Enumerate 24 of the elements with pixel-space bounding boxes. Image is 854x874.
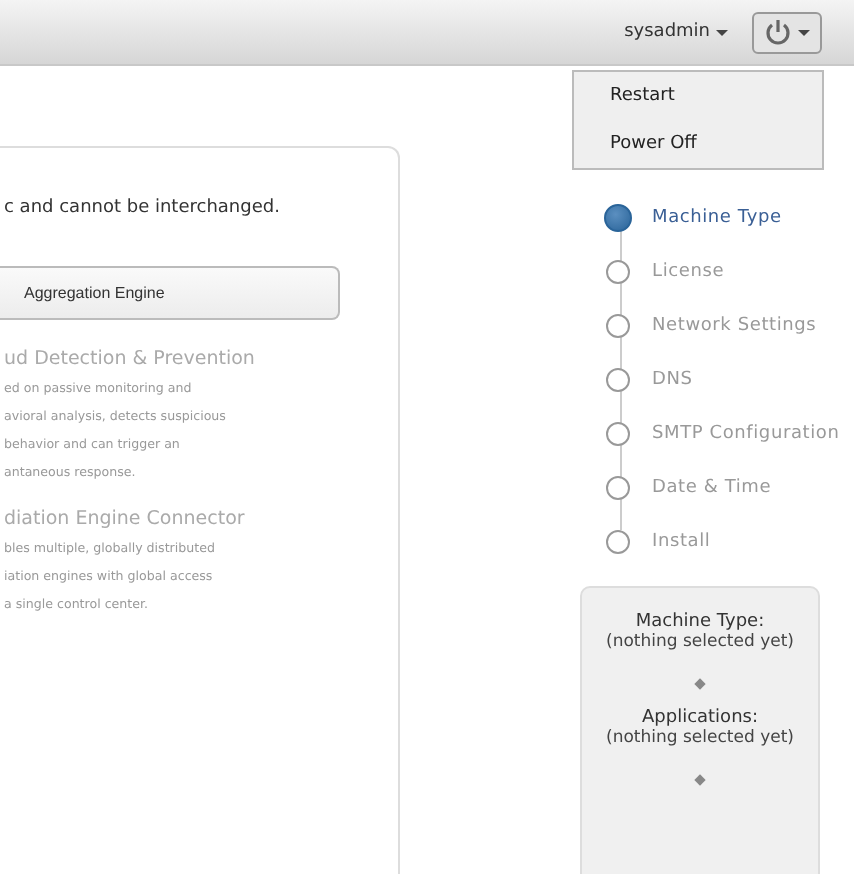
step-label[interactable]: Network Settings: [652, 315, 817, 335]
summary-heading: Applications:: [641, 708, 758, 728]
menu-item[interactable]: Restart: [574, 72, 822, 120]
feature-title: diation Engine Connector: [4, 508, 247, 530]
feature-title: ud Detection & Prevention: [4, 348, 257, 370]
aggregation-engine-button[interactable]: Aggregation Engine: [0, 266, 340, 320]
caret-icon: [716, 29, 728, 35]
power-button[interactable]: [752, 11, 822, 53]
user-menu[interactable]: sysadmin: [624, 22, 728, 42]
step-label[interactable]: Install: [652, 531, 711, 551]
summary-value: (nothing selected yet): [606, 632, 794, 652]
separator-icon: [694, 774, 706, 786]
summary-value: (nothing selected yet): [606, 728, 794, 748]
caret-icon: [798, 29, 810, 35]
separator-icon: [694, 678, 706, 690]
menu-item[interactable]: Power Off: [574, 120, 822, 168]
summary-heading: Machine Type:: [635, 612, 765, 632]
step-label[interactable]: License: [652, 261, 725, 281]
step-label[interactable]: SMTP Configuration: [652, 423, 840, 443]
power-icon: [764, 18, 792, 46]
step-label[interactable]: Machine Type: [652, 207, 782, 227]
step-label[interactable]: Date & Time: [652, 477, 772, 497]
step-label[interactable]: DNS: [652, 369, 693, 389]
note-text: c and cannot be interchanged.: [4, 198, 282, 218]
